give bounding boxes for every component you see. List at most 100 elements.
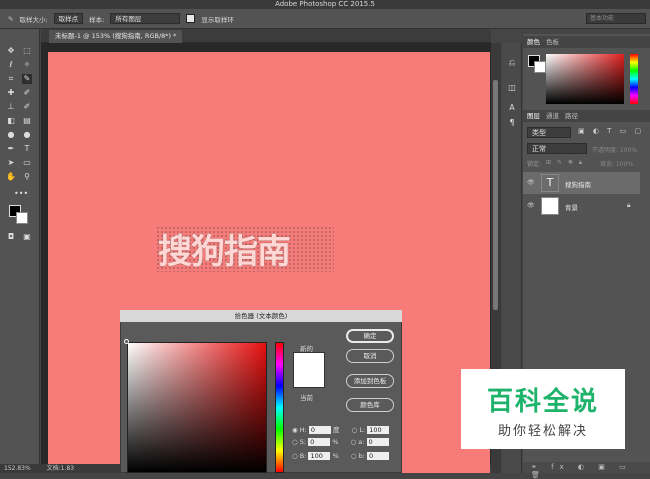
- scrollbar-thumb[interactable]: [493, 80, 498, 310]
- panel-background-swatch[interactable]: [534, 61, 546, 73]
- paragraph-panel-icon[interactable]: ¶: [507, 118, 517, 128]
- layer-row[interactable]: 👁︎ T 搜狗指南: [523, 172, 640, 194]
- zoom-level[interactable]: 152.83%: [4, 465, 31, 472]
- visibility-eye-icon[interactable]: 👁︎: [527, 179, 535, 186]
- app-title: Adobe Photoshop CC 2015.5: [275, 0, 375, 8]
- a-input[interactable]: 0: [366, 438, 389, 446]
- s-input[interactable]: 0: [308, 438, 331, 446]
- b-radio[interactable]: ○: [292, 452, 298, 460]
- s-unit: %: [332, 438, 339, 446]
- watermark-subtitle: 助你轻松解决: [497, 424, 588, 439]
- layer-name[interactable]: 背景: [565, 202, 578, 212]
- quick-mask-icon[interactable]: ◘: [6, 232, 16, 242]
- color-field-cursor[interactable]: [124, 339, 129, 344]
- path-select-tool-icon[interactable]: ➤: [6, 158, 16, 168]
- tab-swatches[interactable]: 色板: [546, 36, 559, 48]
- b-field-row: ○ B: 100 % ○ b: 0: [292, 452, 389, 460]
- lab-b-input[interactable]: 0: [366, 452, 389, 460]
- hue-slider[interactable]: [275, 342, 284, 473]
- h-radio[interactable]: ◉: [292, 426, 298, 434]
- h-input[interactable]: 0: [308, 426, 331, 434]
- doc-info: 文档:1.83: [46, 465, 75, 472]
- color-panel-field[interactable]: [546, 54, 624, 104]
- b-unit: %: [332, 452, 339, 460]
- color-field[interactable]: [127, 342, 267, 473]
- hand-tool-icon[interactable]: ✋: [6, 172, 16, 182]
- tab-color[interactable]: 颜色: [527, 36, 540, 48]
- layer-row[interactable]: 👁︎ 背景 🔒︎: [523, 195, 640, 217]
- magic-wand-tool-icon[interactable]: ✧: [22, 60, 32, 70]
- visibility-eye-icon[interactable]: 👁︎: [527, 202, 535, 209]
- dodge-tool-icon[interactable]: ●: [22, 130, 32, 140]
- sample-size-select[interactable]: 取样点: [53, 13, 84, 24]
- l-input[interactable]: 100: [367, 426, 390, 434]
- tools-panel: ✥ ⬚ ℓ ✧ ⌗ ✎ ✚ ✐ ⊥ ✐ ◧ ▤ ● ● ✒ T ➤ ▭ ✋ ⚲ …: [0, 29, 40, 473]
- type-tool-icon[interactable]: T: [22, 144, 32, 154]
- tab-paths[interactable]: 路径: [565, 110, 578, 122]
- opacity-field[interactable]: 不透明度: 100%: [592, 145, 637, 154]
- dialog-title: 拾色器 (文本颜色): [120, 310, 402, 322]
- a-radio[interactable]: ○: [351, 438, 357, 446]
- more-tools-icon[interactable]: •••: [14, 189, 28, 199]
- a-label: a:: [358, 438, 365, 446]
- fill-field[interactable]: 填充: 100%: [600, 159, 633, 168]
- lab-b-radio[interactable]: ○: [351, 452, 357, 460]
- move-tool-icon[interactable]: ✥: [6, 46, 16, 56]
- background-color-swatch[interactable]: [16, 212, 28, 224]
- screen-mode-icon[interactable]: ▣: [22, 232, 32, 242]
- lock-icon: 🔒︎: [627, 201, 631, 209]
- canvas-text[interactable]: 搜狗指南: [158, 224, 291, 273]
- pen-tool-icon[interactable]: ✒: [6, 144, 16, 154]
- shape-tool-icon[interactable]: ▭: [22, 158, 32, 168]
- show-ring-checkbox[interactable]: [186, 14, 196, 23]
- add-to-swatches-button[interactable]: 添加到色板: [346, 374, 394, 388]
- layer-filter-select[interactable]: 类型: [527, 127, 571, 138]
- app-title-bar: Adobe Photoshop CC 2015.5: [0, 0, 650, 9]
- watermark-title: 百科全说: [486, 387, 599, 417]
- b-input[interactable]: 100: [308, 452, 331, 460]
- blend-mode-select[interactable]: 正常: [527, 143, 587, 154]
- document-tab[interactable]: 未标题-1 @ 153% (搜狗指南, RGB/8*) *: [49, 30, 183, 43]
- sample-select[interactable]: 所有图层: [110, 13, 181, 24]
- stamp-tool-icon[interactable]: ⊥: [6, 102, 16, 112]
- tab-layers[interactable]: 图层: [527, 110, 540, 122]
- workspace-select[interactable]: 基本功能: [586, 13, 646, 24]
- l-label: L:: [359, 426, 366, 434]
- eyedropper-tool-icon[interactable]: ✎: [22, 74, 32, 84]
- b-label: B:: [299, 452, 307, 460]
- history-panel-icon[interactable]: ⎌: [507, 58, 517, 68]
- color-panel-tabs: 颜色 色板: [523, 36, 650, 48]
- s-radio[interactable]: ○: [292, 438, 298, 446]
- s-label: S:: [299, 438, 307, 446]
- layer-thumbnail: T: [541, 174, 559, 192]
- layer-thumbnail: [541, 197, 559, 215]
- cancel-button[interactable]: 取消: [346, 349, 394, 363]
- eraser-tool-icon[interactable]: ◧: [6, 116, 16, 126]
- zoom-tool-icon[interactable]: ⚲: [22, 172, 32, 182]
- ok-button[interactable]: 确定: [346, 329, 394, 343]
- adjustments-panel-icon[interactable]: ◫: [507, 83, 517, 93]
- h-unit: 度: [332, 426, 340, 434]
- eyedropper-icon[interactable]: ✎: [8, 15, 13, 23]
- blur-tool-icon[interactable]: ●: [6, 130, 16, 140]
- lasso-tool-icon[interactable]: ℓ: [6, 60, 16, 70]
- show-ring-label: 显示取样环: [201, 15, 234, 24]
- layer-filter-icons[interactable]: ▣ ◐ T ▭ ▢: [578, 127, 644, 135]
- current-color-label: 当前: [300, 394, 313, 402]
- l-radio[interactable]: ○: [352, 426, 358, 434]
- gradient-tool-icon[interactable]: ▤: [22, 116, 32, 126]
- layer-name[interactable]: 搜狗指南: [565, 179, 591, 189]
- color-libraries-button[interactable]: 颜色库: [346, 398, 394, 412]
- character-panel-icon[interactable]: A: [507, 103, 517, 113]
- color-panel-hue-slider[interactable]: [630, 54, 638, 104]
- tab-channels[interactable]: 通道: [546, 110, 559, 122]
- lock-icons[interactable]: ⊞ ✎ ✥ 🔒︎: [546, 159, 584, 167]
- document-tab-bar: 未标题-1 @ 153% (搜狗指南, RGB/8*) *: [41, 29, 491, 43]
- sample-label: 样本:: [89, 15, 105, 24]
- marquee-tool-icon[interactable]: ⬚: [22, 46, 32, 56]
- brush-tool-icon[interactable]: ✐: [22, 88, 32, 98]
- crop-tool-icon[interactable]: ⌗: [6, 74, 16, 84]
- layer-action-icons[interactable]: ⚭ fx ◐ ▣ ▭ 🗑︎: [531, 463, 650, 479]
- healing-tool-icon[interactable]: ✚: [6, 88, 16, 98]
- history-brush-icon[interactable]: ✐: [22, 102, 32, 112]
